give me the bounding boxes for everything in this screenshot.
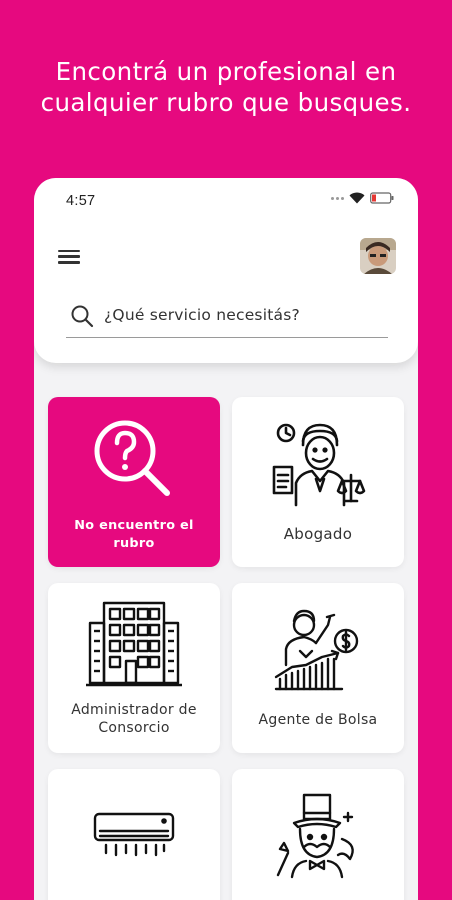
- phone-screen: 4:57 ¿Qué servicio necesitás? No encuent…: [34, 178, 418, 900]
- status-icons: [331, 192, 394, 204]
- promo-headline-line1: Encontrá un profesional en: [55, 57, 397, 86]
- battery-icon: [370, 192, 394, 204]
- category-tile-aire-acondicionado[interactable]: [48, 769, 220, 900]
- category-tile-no-encuentro[interactable]: No encuentro el rubro: [48, 397, 220, 567]
- promo-headline: Encontrá un profesional en cualquier rub…: [0, 56, 452, 118]
- wifi-icon: [349, 192, 365, 204]
- stock-broker-icon: [274, 609, 359, 691]
- category-tile-agente-bolsa[interactable]: Agente de Bolsa: [232, 583, 404, 753]
- air-conditioner-icon: [93, 812, 175, 857]
- signal-dots-icon: [331, 196, 344, 200]
- category-label: Abogado: [283, 525, 353, 543]
- category-label: No encuentro el rubro: [74, 518, 194, 551]
- category-label: Agente de Bolsa: [258, 712, 378, 728]
- app-header-card: 4:57 ¿Qué servicio necesitás?: [34, 178, 418, 363]
- search-placeholder: ¿Qué servicio necesitás?: [104, 306, 300, 324]
- category-label: Administrador de Consorcio: [71, 702, 197, 736]
- building-icon: [86, 601, 182, 687]
- category-tile-mago[interactable]: [232, 769, 404, 900]
- question-magnifier-icon: [94, 420, 170, 496]
- magician-icon: [276, 793, 354, 879]
- category-tile-abogado[interactable]: Abogado: [232, 397, 404, 567]
- avatar[interactable]: [360, 238, 396, 274]
- search-icon: [71, 305, 94, 328]
- promo-headline-line2: cualquier rubro que busques.: [40, 88, 412, 117]
- lawyer-icon: [272, 423, 366, 507]
- status-bar: 4:57: [66, 190, 394, 210]
- hamburger-menu-icon[interactable]: [58, 246, 82, 266]
- category-tile-administrador-consorcio[interactable]: Administrador de Consorcio: [48, 583, 220, 753]
- search-input[interactable]: ¿Qué servicio necesitás?: [66, 300, 388, 338]
- status-time: 4:57: [66, 193, 96, 209]
